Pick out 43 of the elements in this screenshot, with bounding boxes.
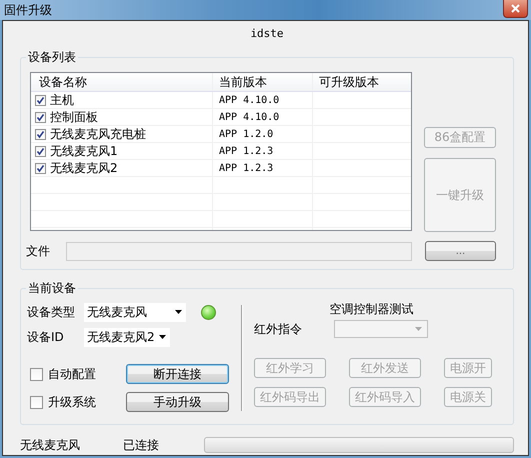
version-cell: APP 1.2.0: [213, 126, 313, 142]
column-header[interactable]: 当前版本: [213, 73, 313, 91]
checkbox[interactable]: [35, 162, 46, 174]
field-label: 设备类型: [27, 304, 76, 320]
window-title: 固件升级: [3, 2, 52, 19]
column-header[interactable]: 可升级版本: [313, 73, 411, 91]
version-cell: APP 1.2.3: [213, 160, 313, 176]
caret-icon: [415, 327, 422, 331]
dropdown[interactable]: 无线麦克风2: [84, 328, 170, 346]
field-label: 红外指令: [254, 320, 303, 338]
device-name: 主机: [50, 92, 74, 108]
version-cell: APP 4.10.0: [213, 109, 313, 125]
checkbox[interactable]: [30, 396, 43, 408]
checkbox[interactable]: [35, 94, 46, 106]
device-name: 无线麦克风1: [50, 142, 118, 160]
section-title: 空调控制器测试: [328, 301, 414, 318]
device-name-label: idste: [249, 27, 285, 42]
field-label: 设备ID: [27, 328, 65, 346]
caret-icon: [175, 310, 182, 314]
browse-button[interactable]: ...: [424, 241, 496, 261]
checkbox[interactable]: [35, 128, 46, 140]
close-button[interactable]: [503, 0, 528, 18]
file-label: 文件: [26, 242, 51, 260]
device-name: 控制面板: [50, 108, 98, 126]
device-name: 无线麦克风2: [50, 160, 118, 176]
action-button[interactable]: 断开连接: [126, 364, 229, 384]
checkbox[interactable]: [30, 368, 43, 380]
dropdown[interactable]: 无线麦克风: [84, 302, 186, 322]
column-header[interactable]: 设备名称: [31, 73, 213, 91]
checkbox-label: 自动配置: [48, 366, 96, 382]
version-cell: APP 1.2.3: [213, 143, 313, 159]
device-name: 无线麦克风充电桩: [50, 126, 146, 142]
caret-icon: [159, 335, 166, 339]
group-legend: 设备列表: [26, 49, 78, 66]
file-field[interactable]: [66, 242, 412, 260]
checkbox[interactable]: [35, 112, 46, 122]
checkbox[interactable]: [35, 146, 46, 156]
status-text: 已连接: [123, 436, 160, 454]
action-button[interactable]: 手动升级: [126, 392, 229, 412]
version-cell: APP 4.10.0: [213, 92, 313, 108]
checkbox-label: 升级系统: [48, 394, 96, 410]
status-device: 无线麦克风: [20, 436, 81, 454]
close-icon: [511, 4, 520, 13]
